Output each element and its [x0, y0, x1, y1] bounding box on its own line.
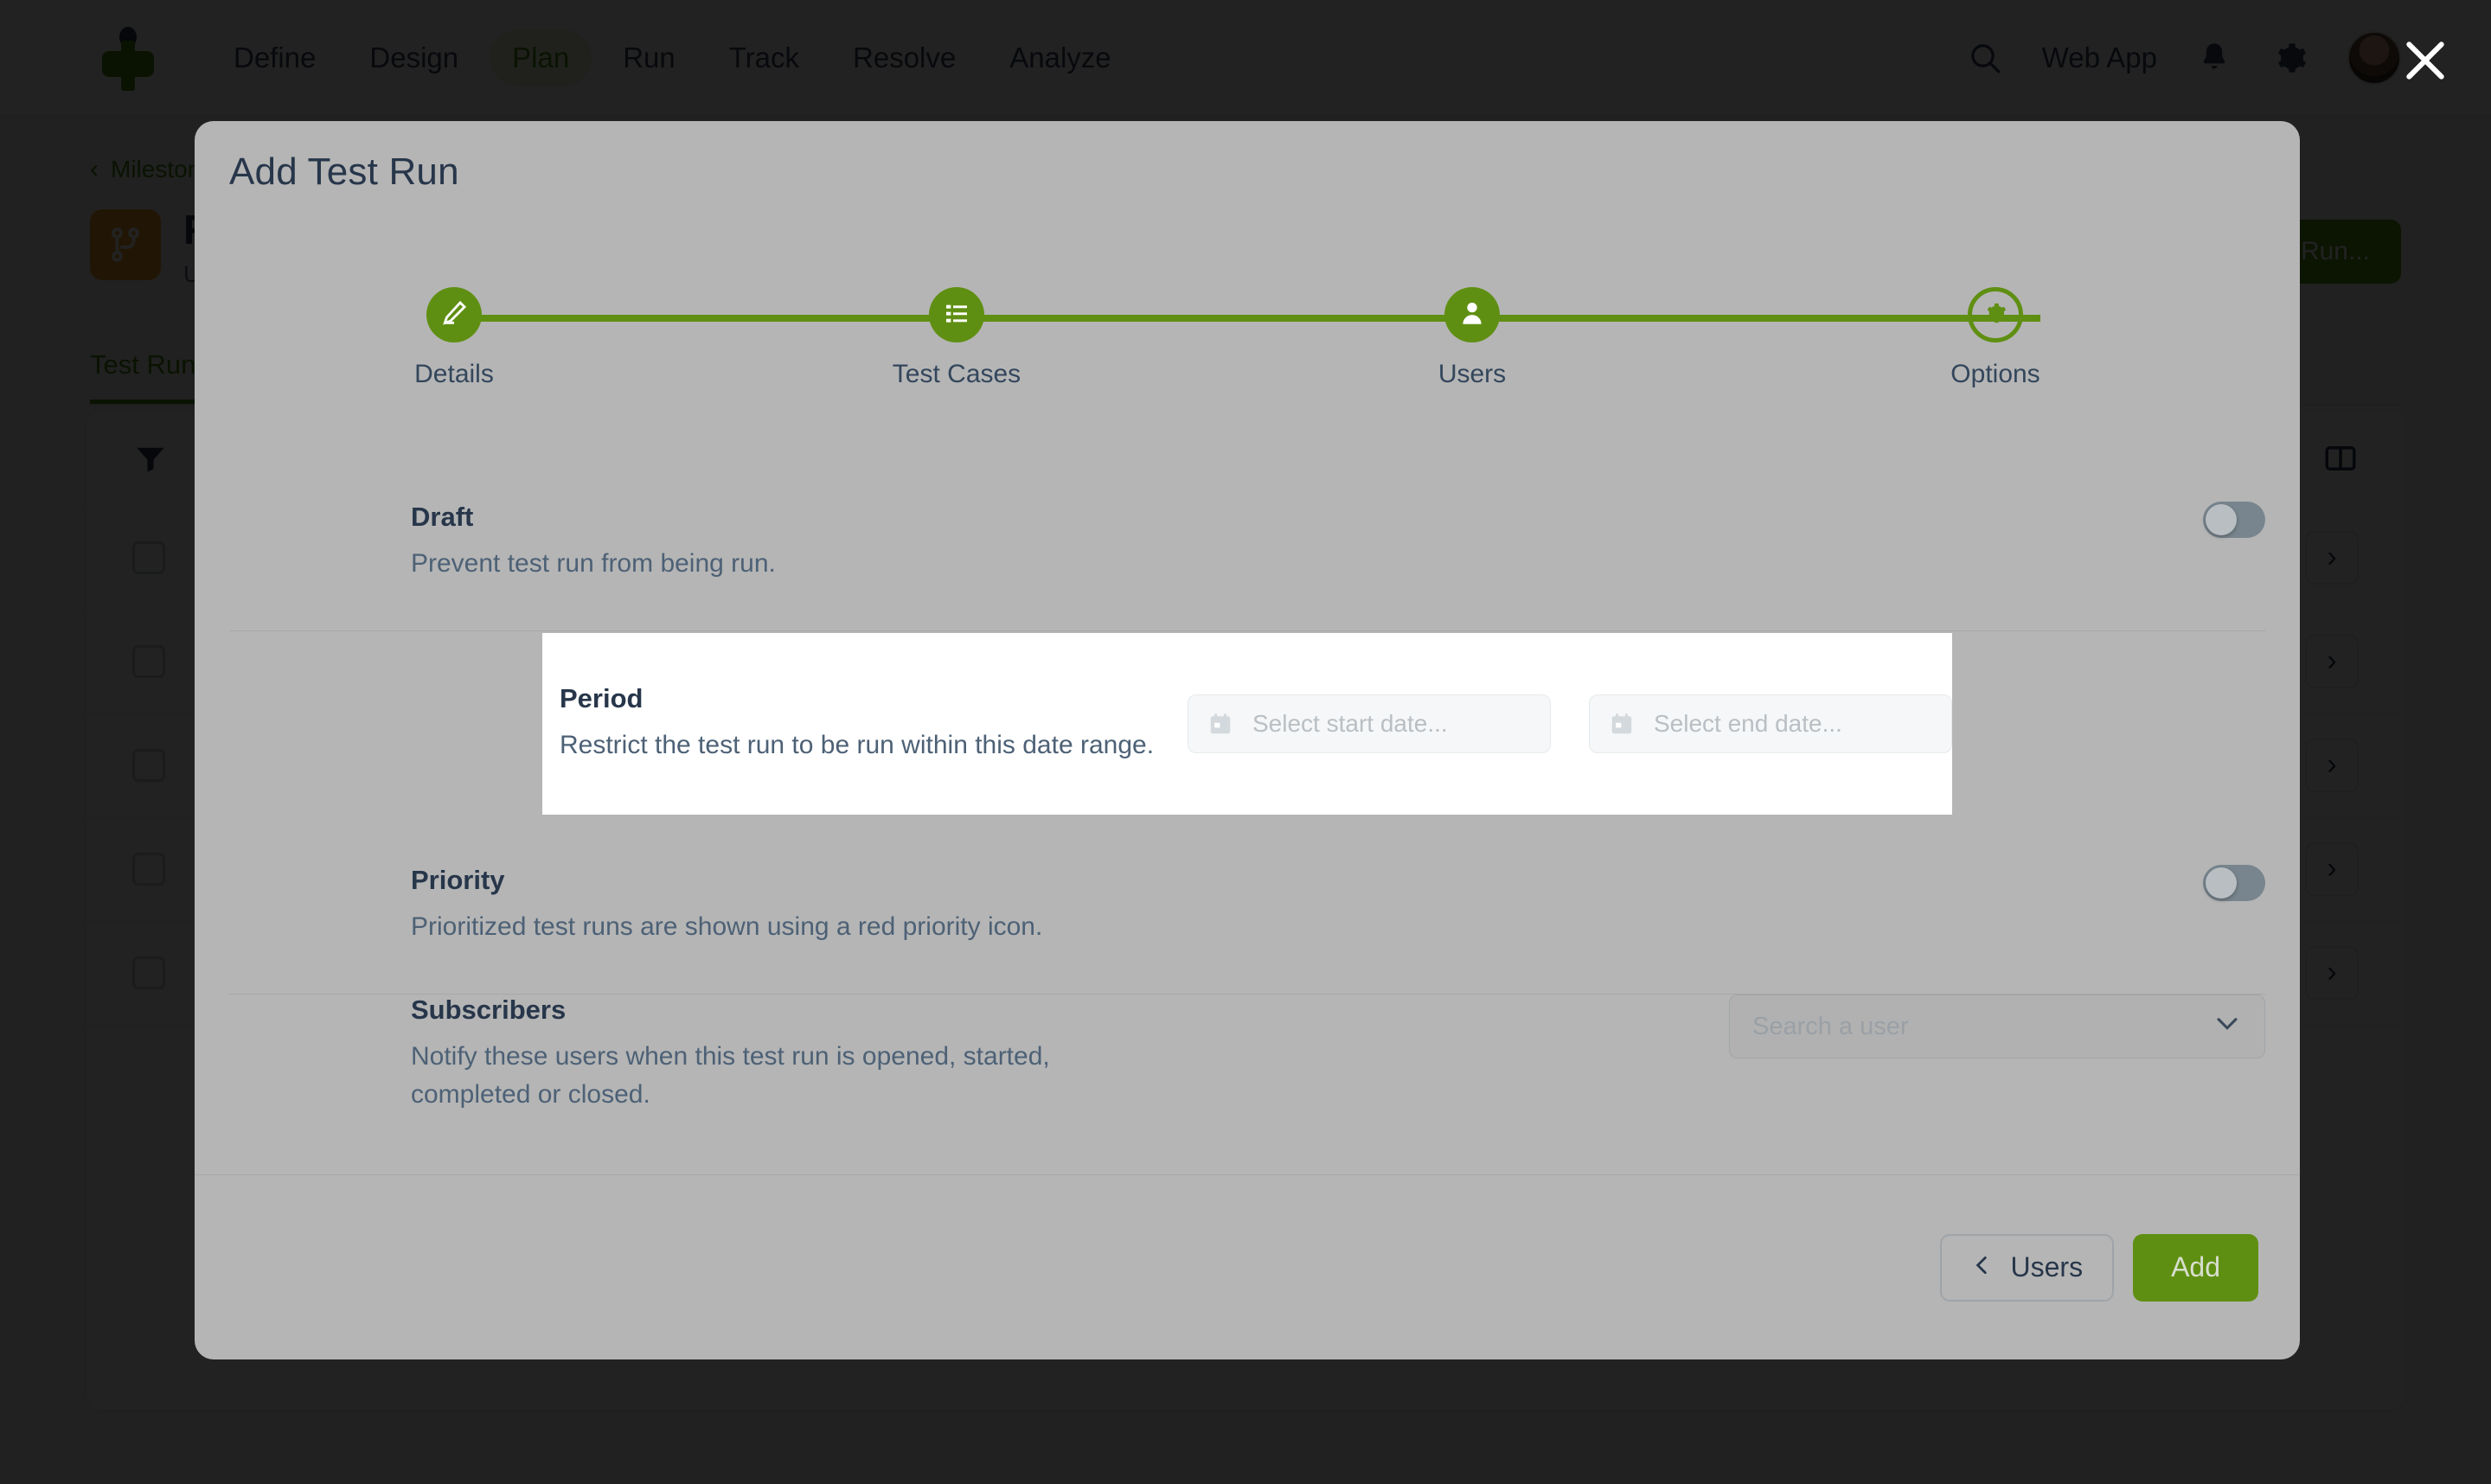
step-label-users: Users	[1438, 360, 1507, 388]
calendar-icon	[1207, 711, 1233, 737]
priority-toggle[interactable]	[2203, 865, 2265, 901]
option-desc-priority: Prioritized test runs are shown using a …	[411, 912, 1043, 941]
option-title-draft: Draft	[411, 502, 474, 532]
step-label-test-cases: Test Cases	[892, 360, 1021, 388]
add-button[interactable]: Add	[2133, 1233, 2258, 1302]
option-text-period: Period Restrict the test run to be run w…	[542, 683, 1188, 764]
add-test-run-dialog: Add Test Run Details Test Cases Users Op…	[195, 121, 2300, 1359]
back-to-users-button[interactable]: Users	[1939, 1233, 2115, 1302]
option-title-subscribers: Subscribers	[411, 995, 567, 1025]
option-text-priority: Priority Prioritized test runs are shown…	[229, 865, 1129, 946]
step-test-cases[interactable]: Test Cases	[853, 275, 1060, 389]
draft-toggle[interactable]	[2203, 502, 2265, 538]
option-control-priority	[2203, 865, 2265, 901]
step-details[interactable]: Details	[350, 275, 558, 389]
stepper-connector-line	[454, 315, 2040, 322]
gear-icon	[1983, 301, 2008, 329]
step-label-options: Options	[1950, 360, 2040, 388]
option-title-period: Period	[560, 682, 644, 713]
step-label-details: Details	[414, 360, 494, 388]
step-options[interactable]: Options	[1892, 275, 2099, 389]
option-text-subscribers: Subscribers Notify these users when this…	[229, 995, 1129, 1115]
option-title-priority: Priority	[411, 865, 505, 895]
chevron-left-icon	[1971, 1251, 1994, 1283]
option-desc-subscribers: Notify these users when this test run is…	[411, 1042, 1050, 1110]
option-row-priority: Priority Prioritized test runs are shown…	[229, 865, 2265, 995]
dialog-footer: Users Add	[195, 1174, 2300, 1359]
list-icon	[943, 299, 970, 331]
person-icon	[1457, 298, 1487, 332]
option-row-subscribers: Subscribers Notify these users when this…	[229, 995, 2265, 1167]
option-control-subscribers: Search a user	[1729, 995, 2265, 1059]
option-desc-period: Restrict the test run to be run within t…	[560, 730, 1155, 759]
end-date-field[interactable]: Select end date...	[1589, 694, 1952, 753]
step-users[interactable]: Users	[1368, 275, 1576, 389]
end-date-placeholder: Select end date...	[1654, 710, 1842, 737]
option-text-draft: Draft Prevent test run from being run.	[229, 502, 1129, 583]
close-icon[interactable]	[2401, 36, 2449, 85]
subscribers-placeholder: Search a user	[1752, 1012, 1909, 1040]
start-date-placeholder: Select start date...	[1252, 710, 1448, 737]
subscribers-select[interactable]: Search a user	[1729, 995, 2265, 1059]
dialog-title: Add Test Run	[229, 150, 459, 193]
chevron-down-icon	[2212, 1008, 2242, 1045]
start-date-field[interactable]: Select start date...	[1188, 694, 1551, 753]
option-control-period: Select start date... Select end date...	[1188, 694, 1952, 753]
step-circle-users	[1444, 287, 1500, 342]
option-control-draft	[2203, 502, 2265, 538]
option-desc-draft: Prevent test run from being run.	[411, 549, 776, 578]
back-button-label: Users	[2010, 1251, 2084, 1283]
step-circle-options	[1968, 287, 2023, 342]
step-circle-test-cases	[929, 287, 984, 342]
option-row-draft: Draft Prevent test run from being run.	[229, 502, 2265, 631]
option-row-period: Period Restrict the test run to be run w…	[542, 633, 1952, 815]
edit-icon	[439, 298, 469, 332]
calendar-icon	[1609, 711, 1635, 737]
step-circle-details	[426, 287, 482, 342]
wizard-stepper: Details Test Cases Users Options	[195, 275, 2300, 413]
screen-root: Define Design Plan Run Track Resolve Ana…	[0, 0, 2491, 1484]
